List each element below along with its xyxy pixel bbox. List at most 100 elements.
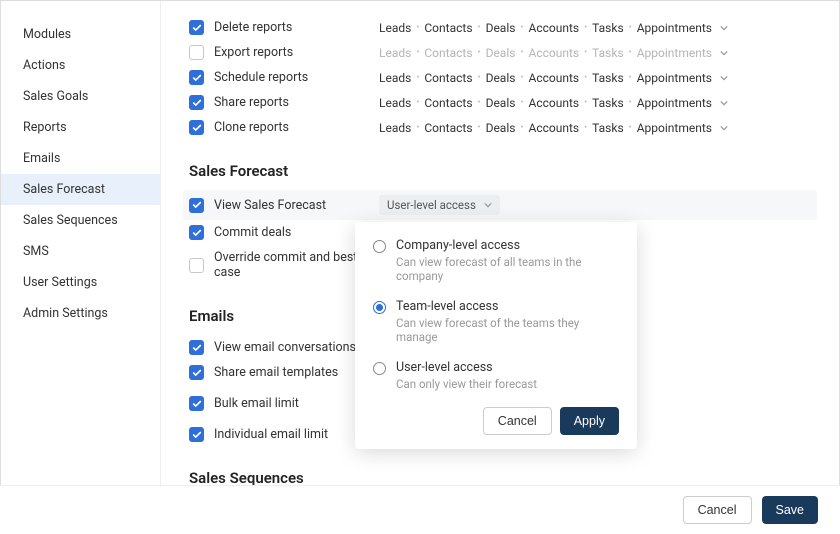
scope-item: Appointments — [637, 21, 712, 35]
scope-item: Accounts — [529, 121, 580, 135]
separator-dot: • — [478, 73, 481, 83]
scope-item: Accounts — [529, 96, 580, 110]
separator-dot: • — [520, 48, 523, 58]
separator-dot: • — [584, 98, 587, 108]
permission-row: Clone reportsLeads•Contacts•Deals•Accoun… — [189, 115, 811, 140]
permission-label: Export reports — [214, 45, 379, 60]
popup-actions: Cancel Apply — [373, 407, 619, 435]
separator-dot: • — [520, 73, 523, 83]
chevron-down-icon[interactable] — [720, 121, 728, 135]
scope-item: Appointments — [637, 71, 712, 85]
scope-item: Contacts — [424, 96, 472, 110]
checkbox[interactable] — [189, 45, 204, 60]
separator-dot: • — [416, 123, 419, 133]
scope-item: Tasks — [592, 21, 624, 35]
checkbox[interactable] — [189, 396, 204, 411]
sidebar-item-sales-goals[interactable]: Sales Goals — [1, 81, 160, 112]
scope-item: Accounts — [529, 46, 580, 60]
scope-item: Appointments — [637, 96, 712, 110]
separator-dot: • — [584, 23, 587, 33]
scope-list[interactable]: Leads•Contacts•Deals•Accounts•Tasks•Appo… — [379, 96, 728, 110]
access-option[interactable]: Team-level access Can view forecast of th… — [373, 299, 619, 344]
scope-item: Leads — [379, 46, 411, 60]
radio-icon — [373, 362, 386, 375]
checkbox[interactable] — [189, 120, 204, 135]
scope-item: Accounts — [529, 21, 580, 35]
separator-dot: • — [520, 98, 523, 108]
permission-row: Export reportsLeads•Contacts•Deals•Accou… — [189, 40, 811, 65]
permission-row: Share reportsLeads•Contacts•Deals•Accoun… — [189, 90, 811, 115]
option-description: Can view forecast of the teams they mana… — [396, 316, 619, 344]
option-title: Company-level access — [396, 238, 619, 253]
option-description: Can only view their forecast — [396, 377, 537, 391]
option-description: Can view forecast of all teams in the co… — [396, 255, 619, 283]
checkbox[interactable] — [189, 95, 204, 110]
separator-dot: • — [584, 73, 587, 83]
separator-dot: • — [478, 98, 481, 108]
separator-dot: • — [520, 123, 523, 133]
popup-cancel-button[interactable]: Cancel — [483, 407, 552, 435]
scope-list[interactable]: Leads•Contacts•Deals•Accounts•Tasks•Appo… — [379, 46, 728, 60]
access-option[interactable]: Company-level access Can view forecast of… — [373, 238, 619, 283]
sidebar-item-modules[interactable]: Modules — [1, 19, 160, 50]
scope-item: Leads — [379, 21, 411, 35]
checkbox[interactable] — [189, 258, 204, 273]
scope-item: Deals — [486, 71, 516, 85]
separator-dot: • — [629, 123, 632, 133]
scope-item: Accounts — [529, 71, 580, 85]
sidebar-item-sales-sequences[interactable]: Sales Sequences — [1, 205, 160, 236]
option-title: Team-level access — [396, 299, 619, 314]
checkbox[interactable] — [189, 225, 204, 240]
scope-item: Tasks — [592, 96, 624, 110]
permission-label: Delete reports — [214, 20, 379, 35]
checkbox[interactable] — [189, 427, 204, 442]
radio-icon — [373, 240, 386, 253]
sidebar-item-reports[interactable]: Reports — [1, 112, 160, 143]
scope-item: Leads — [379, 121, 411, 135]
separator-dot: • — [629, 98, 632, 108]
checkbox[interactable] — [189, 20, 204, 35]
radio-icon — [373, 301, 386, 314]
scope-item: Leads — [379, 71, 411, 85]
separator-dot: • — [584, 123, 587, 133]
sidebar-item-sales-forecast[interactable]: Sales Forecast — [1, 174, 160, 205]
scope-item: Tasks — [592, 71, 624, 85]
selector-value: User-level access — [387, 198, 476, 212]
sidebar-item-user-settings[interactable]: User Settings — [1, 267, 160, 298]
permission-row: Delete reportsLeads•Contacts•Deals•Accou… — [189, 15, 811, 40]
chevron-down-icon[interactable] — [720, 46, 728, 60]
scope-item: Contacts — [424, 121, 472, 135]
permission-label: Schedule reports — [214, 70, 379, 85]
scope-item: Deals — [486, 121, 516, 135]
sidebar-item-actions[interactable]: Actions — [1, 50, 160, 81]
scope-list[interactable]: Leads•Contacts•Deals•Accounts•Tasks•Appo… — [379, 21, 728, 35]
scope-item: Appointments — [637, 121, 712, 135]
checkbox[interactable] — [189, 70, 204, 85]
footer-cancel-button[interactable]: Cancel — [683, 496, 752, 524]
scope-list[interactable]: Leads•Contacts•Deals•Accounts•Tasks•Appo… — [379, 71, 728, 85]
checkbox[interactable] — [189, 198, 204, 213]
checkbox[interactable] — [189, 365, 204, 380]
chevron-down-icon[interactable] — [720, 21, 728, 35]
scope-list[interactable]: Leads•Contacts•Deals•Accounts•Tasks•Appo… — [379, 121, 728, 135]
scope-item: Contacts — [424, 21, 472, 35]
access-option[interactable]: User-level accessCan only view their for… — [373, 360, 619, 391]
permission-row: View Sales ForecastUser-level access — [183, 190, 817, 220]
popup-apply-button[interactable]: Apply — [560, 407, 619, 435]
chevron-down-icon[interactable] — [720, 96, 728, 110]
permission-row: Schedule reportsLeads•Contacts•Deals•Acc… — [189, 65, 811, 90]
separator-dot: • — [520, 23, 523, 33]
separator-dot: • — [478, 48, 481, 58]
chevron-down-icon[interactable] — [720, 71, 728, 85]
scope-item: Deals — [486, 21, 516, 35]
scope-item: Tasks — [592, 46, 624, 60]
sidebar-item-emails[interactable]: Emails — [1, 143, 160, 174]
sidebar-item-admin-settings[interactable]: Admin Settings — [1, 298, 160, 329]
separator-dot: • — [584, 48, 587, 58]
scope-item: Contacts — [424, 46, 472, 60]
sidebar-item-sms[interactable]: SMS — [1, 236, 160, 267]
sidebar: ModulesActionsSales GoalsReportsEmailsSa… — [1, 1, 161, 533]
access-level-selector[interactable]: User-level access — [379, 195, 500, 215]
checkbox[interactable] — [189, 340, 204, 355]
footer-save-button[interactable]: Save — [762, 496, 819, 524]
